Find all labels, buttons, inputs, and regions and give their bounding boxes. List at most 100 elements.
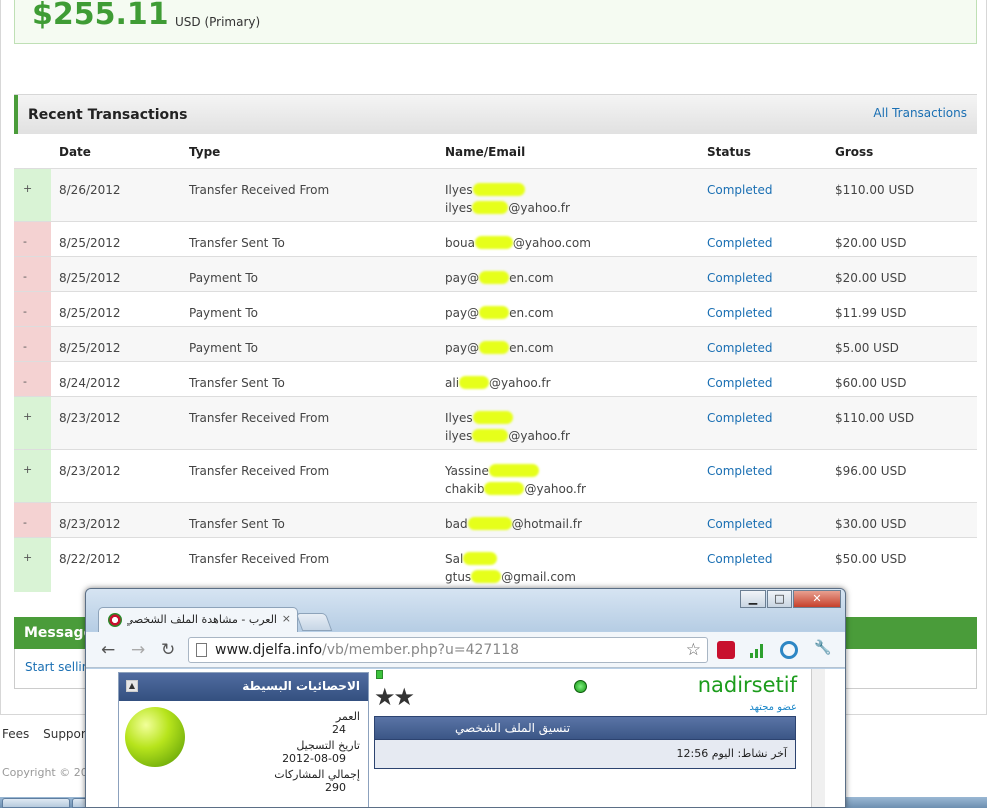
row-name-email[interactable]: pay@ en.com — [445, 339, 554, 357]
row-email-domain: en.com — [509, 341, 554, 355]
window-titlebar[interactable]: ▁ □ ✕ العرب - مشاهدة الملف الشخصي × — [86, 589, 845, 632]
last-activity-text: آخر نشاط: اليوم 12:56 — [676, 747, 787, 760]
row-sign: - — [14, 222, 51, 256]
row-type: Payment To — [189, 271, 258, 285]
table-row[interactable]: - 8/25/2012 Payment To pay@ en.com Comple… — [14, 257, 977, 292]
collapse-icon[interactable]: ▲ — [126, 680, 138, 692]
back-icon[interactable]: ← — [101, 640, 115, 660]
message-title: Message — [24, 625, 94, 641]
status-ball-icon — [574, 680, 587, 693]
row-type: Transfer Received From — [189, 464, 330, 478]
table-row[interactable]: + 8/26/2012 Transfer Received From Ilyes… — [14, 169, 977, 222]
age-value: 24 — [332, 723, 346, 736]
row-email-domain: en.com — [509, 306, 554, 320]
row-name-email[interactable]: Ilyes ilyes @yahoo.fr — [445, 409, 570, 445]
table-row[interactable]: - 8/23/2012 Transfer Sent To bad @hotmail… — [14, 503, 977, 538]
row-status-link[interactable]: Completed — [707, 550, 772, 568]
column-name-email: Name/Email — [445, 145, 526, 159]
column-status: Status — [707, 145, 751, 159]
row-name-email[interactable]: pay@ en.com — [445, 269, 554, 287]
row-type: Payment To — [189, 306, 258, 320]
row-status-link[interactable]: Completed — [707, 304, 772, 322]
table-row[interactable]: - 8/25/2012 Payment To pay@ en.com Comple… — [14, 327, 977, 362]
address-bar[interactable]: www.djelfa.info/vb/member.php?u=427118 ☆ — [188, 637, 708, 663]
row-date: 8/25/2012 — [59, 306, 121, 320]
row-type: Transfer Received From — [189, 411, 330, 425]
row-name-email[interactable]: pay@ en.com — [445, 304, 554, 322]
row-status-link[interactable]: Completed — [707, 409, 772, 427]
row-name-email[interactable]: Sal gtus @gmail.com — [445, 550, 576, 586]
swirl-extension-icon[interactable] — [780, 641, 798, 659]
table-row[interactable]: - 8/24/2012 Transfer Sent To ali @yahoo.f… — [14, 362, 977, 397]
row-sign: - — [14, 257, 51, 291]
row-status-link[interactable]: Completed — [707, 462, 772, 480]
transactions-header: Recent Transactions All Transactions — [14, 95, 977, 134]
footer-link-fees[interactable]: Fees — [2, 727, 29, 741]
maximize-icon[interactable]: □ — [767, 590, 792, 608]
row-status-link[interactable]: Completed — [707, 374, 772, 392]
row-name-email[interactable]: Ilyes ilyes @yahoo.fr — [445, 181, 570, 217]
redaction-mark — [488, 464, 539, 477]
row-gross: $60.00 USD — [835, 376, 907, 390]
online-indicator-icon — [376, 670, 383, 679]
table-row[interactable]: - 8/25/2012 Transfer Sent To boua @yahoo.… — [14, 222, 977, 257]
tab-profile[interactable]: العرب - مشاهدة الملف الشخصي × — [98, 607, 298, 632]
wrench-icon[interactable]: 🔧 — [814, 640, 831, 656]
url-host: www.djelfa.info — [215, 642, 323, 658]
row-status-link[interactable]: Completed — [707, 269, 772, 287]
profile-customize-bar[interactable]: تنسيق الملف الشخصي — [374, 716, 796, 740]
stats-title: الاحصائيات البسيطة — [242, 679, 360, 693]
footer-link-support[interactable]: Support — [43, 727, 90, 741]
reload-icon[interactable]: ↻ — [161, 640, 175, 660]
row-name-email[interactable]: Yassine chakib @yahoo.fr — [445, 462, 586, 498]
balance-box: $255.11 USD (Primary) — [14, 0, 977, 44]
table-row[interactable]: + 8/23/2012 Transfer Received From Ilyes… — [14, 397, 977, 450]
column-type: Type — [189, 145, 221, 159]
start-selling-link[interactable]: Start sellin — [25, 660, 89, 674]
row-email-domain: @yahoo.fr — [524, 482, 586, 496]
avatar — [125, 707, 185, 767]
row-type: Transfer Received From — [189, 183, 330, 197]
row-name-email[interactable]: boua @yahoo.com — [445, 234, 591, 252]
tab-close-icon[interactable]: × — [282, 612, 291, 625]
table-row[interactable]: - 8/25/2012 Payment To pay@ en.com Comple… — [14, 292, 977, 327]
forward-icon[interactable]: → — [131, 640, 145, 660]
row-name-email[interactable]: ali @yahoo.fr — [445, 374, 551, 392]
table-row[interactable]: + 8/23/2012 Transfer Received From Yassi… — [14, 450, 977, 503]
row-sign: - — [14, 503, 51, 537]
redaction-mark — [467, 517, 512, 530]
new-tab-button[interactable] — [295, 613, 333, 631]
row-sign: + — [14, 538, 51, 592]
signal-extension-icon[interactable] — [748, 641, 766, 659]
redaction-mark — [472, 201, 509, 214]
site-favicon-icon — [108, 613, 122, 627]
row-sign: - — [14, 362, 51, 396]
redaction-mark — [472, 411, 513, 424]
redaction-mark — [471, 570, 502, 583]
minimize-icon[interactable]: ▁ — [740, 590, 766, 608]
transactions-title: Recent Transactions — [28, 107, 188, 123]
close-icon[interactable]: ✕ — [793, 590, 841, 608]
row-email-user: pay@ — [445, 341, 480, 355]
row-date: 8/23/2012 — [59, 517, 121, 531]
transactions-panel: Recent Transactions All Transactions Dat… — [14, 94, 977, 592]
row-date: 8/26/2012 — [59, 183, 121, 197]
row-status-link[interactable]: Completed — [707, 515, 772, 533]
scrollbar[interactable] — [811, 669, 825, 807]
footer-copyright: Copyright © 20 — [2, 766, 88, 779]
row-status-link[interactable]: Completed — [707, 181, 772, 199]
row-status-link[interactable]: Completed — [707, 339, 772, 357]
row-type: Transfer Sent To — [189, 376, 285, 390]
row-date: 8/23/2012 — [59, 464, 121, 478]
row-date: 8/25/2012 — [59, 236, 121, 250]
youtube-extension-icon[interactable] — [717, 641, 735, 659]
row-sign: - — [14, 327, 51, 361]
row-name-email[interactable]: bad @hotmail.fr — [445, 515, 582, 533]
row-email-user: gtus — [445, 570, 472, 584]
table-row[interactable]: + 8/22/2012 Transfer Received From Sal g… — [14, 538, 977, 592]
row-gross: $110.00 USD — [835, 411, 915, 425]
taskbar-start-button[interactable] — [2, 798, 70, 808]
all-transactions-link[interactable]: All Transactions — [873, 106, 967, 120]
bookmark-star-icon[interactable]: ☆ — [686, 640, 701, 660]
row-status-link[interactable]: Completed — [707, 234, 772, 252]
